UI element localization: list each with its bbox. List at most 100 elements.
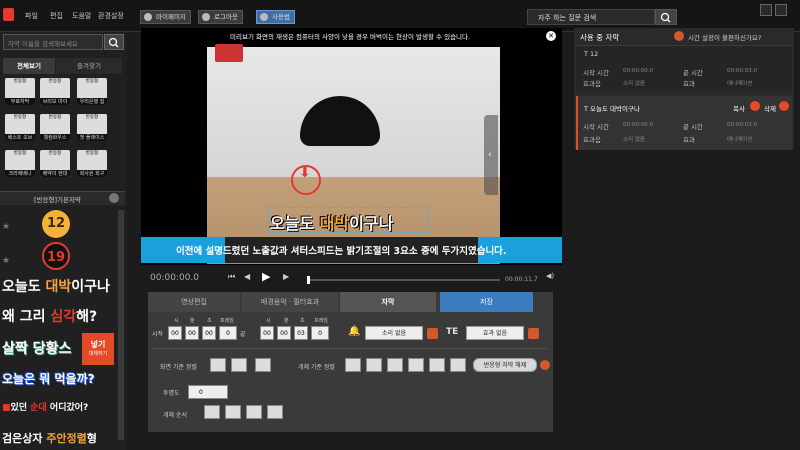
tab-all[interactable]: 전체보기 xyxy=(3,58,55,74)
object-align-label: 개체 기준 정렬 xyxy=(298,364,335,371)
user-icon xyxy=(144,13,152,21)
prev-frame-icon[interactable]: ⏮ xyxy=(228,272,235,282)
faq-search-button[interactable] xyxy=(655,9,677,25)
end-label: 끝 xyxy=(240,331,246,338)
search-icon xyxy=(108,37,119,48)
delete-button[interactable]: 삭제 xyxy=(764,103,776,113)
align-center-icon[interactable] xyxy=(255,358,271,372)
align-vcenter-icon[interactable] xyxy=(429,358,445,372)
menu-file[interactable]: 파일 xyxy=(25,11,38,21)
start-frame-field[interactable]: 0 xyxy=(219,326,237,340)
maximize-button[interactable] xyxy=(775,4,787,16)
preset-number-19[interactable]: 19 xyxy=(42,242,70,270)
align-right-icon[interactable] xyxy=(387,358,403,372)
template-thumb[interactable]: 반응형 브리보 마이 xyxy=(40,78,70,105)
template-thumb[interactable]: 반응형 배약이 현대 xyxy=(40,150,70,177)
plus-icon[interactable] xyxy=(750,101,760,111)
preset-text[interactable]: 오늘은 뭐 먹을까? xyxy=(2,370,95,387)
star-icon[interactable]: ★ xyxy=(2,222,10,232)
chevron-left-icon[interactable]: ‹ xyxy=(488,150,492,160)
template-thumb[interactable]: 반응형 크라에배니 xyxy=(5,150,35,177)
bell-icon: 🔔 xyxy=(348,326,361,337)
preview-warning: 미리보기 화면의 재생은 컴퓨터의 사양이 낮을 경우 버벅이는 현상이 발생할… xyxy=(230,33,471,41)
gear-icon[interactable] xyxy=(528,328,539,339)
end-sec-field[interactable]: 03 xyxy=(294,326,308,340)
star-icon[interactable]: ★ xyxy=(2,256,10,266)
used-subtitles-title: 사용 중 자막 xyxy=(580,33,620,42)
tab-save[interactable]: 저장 xyxy=(440,292,533,312)
preset-text[interactable]: 검은상자 주안정렬형 xyxy=(2,430,97,446)
start-min-field[interactable]: 00 xyxy=(185,326,199,340)
preset-scrollbar[interactable] xyxy=(118,210,124,440)
preset-text[interactable]: 오늘도 대박이구나 xyxy=(2,276,110,296)
arrow-down-icon: ⬇ xyxy=(299,165,311,181)
template-thumb[interactable]: 반응형 베스트 오브 xyxy=(5,114,35,141)
volume-icon[interactable]: ◀) xyxy=(546,272,554,280)
menu-settings[interactable]: 환경설정 xyxy=(98,11,124,21)
tab-video-edit[interactable]: 영상편집 xyxy=(148,292,240,312)
align-center-h-icon[interactable] xyxy=(210,358,226,372)
howto-button[interactable]: 사용법 xyxy=(256,10,295,24)
search-icon xyxy=(660,12,671,23)
mypage-button[interactable]: 마이페이지 xyxy=(140,10,191,24)
preset-number-12[interactable]: 12 xyxy=(42,210,70,238)
subtitle-caption[interactable]: 이전에 설명드렸던 노출값과 셔터스피드는 밝기조절의 3요소 중에 두가지였습… xyxy=(176,243,507,257)
end-min-field[interactable]: 00 xyxy=(277,326,291,340)
progress-handle[interactable] xyxy=(307,276,310,284)
preset-text[interactable]: ■있던 순대 어디갔어? xyxy=(2,400,88,413)
divider xyxy=(152,348,547,349)
order-label: 개체 순서 xyxy=(163,412,187,419)
bring-forward-icon[interactable] xyxy=(225,405,241,419)
logout-button[interactable]: 로그아웃 xyxy=(198,10,243,24)
menu-edit[interactable]: 편집 xyxy=(50,11,63,21)
subtitle-main[interactable]: 오늘도 대박이구나 xyxy=(270,210,393,234)
subtitle-search-button[interactable] xyxy=(104,34,124,50)
opacity-field[interactable]: 0 xyxy=(188,385,228,399)
responsive-release-button[interactable]: 반응형 자막 해제 xyxy=(473,358,537,372)
progress-track[interactable] xyxy=(310,279,500,281)
align-center-v-icon[interactable] xyxy=(231,358,247,372)
template-thumb[interactable]: 반응형 우리은행 쉽 xyxy=(77,78,107,105)
refresh-icon[interactable] xyxy=(109,193,119,203)
align-bottom-icon[interactable] xyxy=(450,358,466,372)
preset-text[interactable]: 살짝 당황스 xyxy=(2,338,71,358)
faq-search-input[interactable]: 자주 하는 질문 검색 xyxy=(527,9,655,25)
template-thumb[interactable]: 반응형 회사원 회구 xyxy=(77,150,107,177)
minimize-button[interactable] xyxy=(760,4,772,16)
send-back-icon[interactable] xyxy=(267,405,283,419)
info-icon[interactable] xyxy=(540,360,550,370)
sound-effect-select[interactable]: 소리 없음 xyxy=(365,326,423,340)
rewind-icon[interactable]: ◀ xyxy=(244,272,250,281)
template-thumb[interactable]: 반응형 첫 플레이스 xyxy=(77,114,107,141)
subtitle-item-name: T 오늘도 대박이구나 xyxy=(584,105,640,113)
tab-favorites[interactable]: 즐겨찾기 xyxy=(56,58,122,74)
start-sec-field[interactable]: 00 xyxy=(202,326,216,340)
send-backward-icon[interactable] xyxy=(246,405,262,419)
tab-subtitle[interactable]: 자막 xyxy=(340,292,436,312)
insert-button[interactable]: 넣기 대체하기 xyxy=(82,333,114,365)
start-hour-field[interactable]: 00 xyxy=(168,326,182,340)
subtitle-search-input[interactable]: 자막 이름을 검색해보세요 xyxy=(3,34,103,50)
close-icon[interactable]: ✕ xyxy=(546,31,556,41)
align-hcenter-icon[interactable] xyxy=(366,358,382,372)
align-left-icon[interactable] xyxy=(345,358,361,372)
end-frame-field[interactable]: 0 xyxy=(311,326,329,340)
gear-icon[interactable] xyxy=(427,328,438,339)
tab-bgm-filter[interactable]: 배경음악 · 필터효과 xyxy=(242,292,338,312)
menu-help[interactable]: 도움말 xyxy=(72,11,91,21)
time-help-link[interactable]: 시간 설정이 불편하신가요? xyxy=(688,32,761,42)
align-top-icon[interactable] xyxy=(408,358,424,372)
end-hour-field[interactable]: 00 xyxy=(260,326,274,340)
copy-button[interactable]: 복사 xyxy=(733,103,745,113)
template-thumb[interactable]: 반응형 무료자막 xyxy=(5,78,35,105)
play-icon[interactable]: ▶ xyxy=(262,270,270,283)
logout-icon xyxy=(202,13,210,21)
bring-front-icon[interactable] xyxy=(204,405,220,419)
preset-text[interactable]: 왜 그리 심각해? xyxy=(2,306,97,326)
template-thumb[interactable]: 반응형 웰컴화우스 xyxy=(40,114,70,141)
text-effect-select[interactable]: 효과 없음 xyxy=(466,326,524,340)
info-icon xyxy=(260,13,268,21)
forward-icon[interactable]: ▶ xyxy=(283,272,289,281)
close-icon[interactable] xyxy=(779,101,789,111)
opacity-label: 투명도 xyxy=(163,390,180,397)
